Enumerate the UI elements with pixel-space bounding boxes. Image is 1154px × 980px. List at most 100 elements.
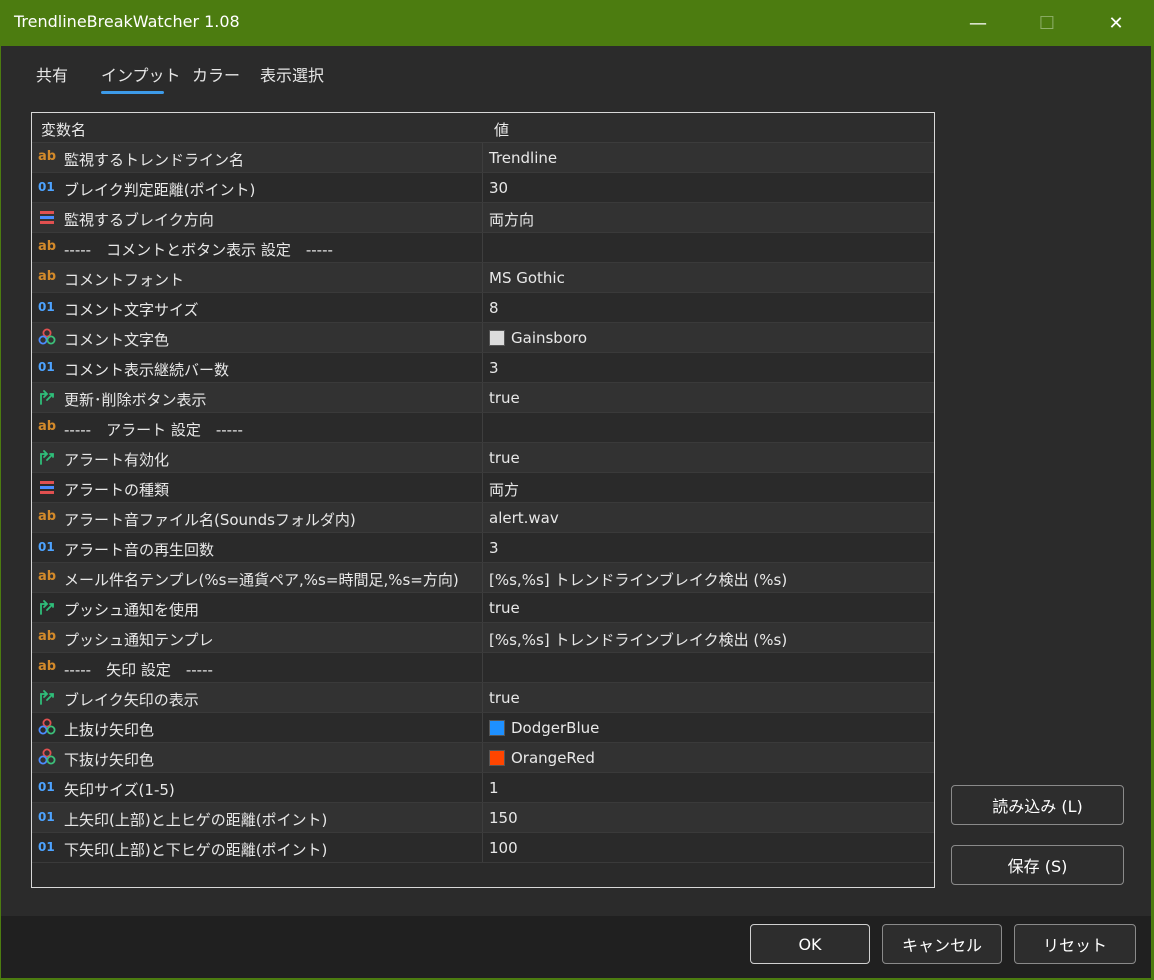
table-row[interactable]: プッシュ通知を使用 true	[32, 593, 934, 623]
table-row[interactable]: 01 矢印サイズ(1-5) 1	[32, 773, 934, 803]
table-row[interactable]: 更新･削除ボタン表示 true	[32, 383, 934, 413]
variable-value[interactable]: true	[489, 599, 520, 617]
table-row[interactable]: ab メール件名テンプレ(%s=通貨ペア,%s=時間足,%s=方向) [%s,%s]…	[32, 563, 934, 593]
variable-value[interactable]: [%s,%s] トレンドラインブレイク検出 (%s)	[489, 629, 787, 650]
variable-name: プッシュ通知テンプレ	[64, 631, 214, 649]
variable-value[interactable]: Gainsboro	[489, 329, 587, 347]
string-icon: ab	[38, 569, 57, 584]
column-divider	[482, 473, 483, 502]
minimize-icon: —	[969, 12, 987, 34]
table-row[interactable]: ab ----- コメントとボタン表示 設定 -----	[32, 233, 934, 263]
table-row[interactable]: ab プッシュ通知テンプレ [%s,%s] トレンドラインブレイク検出 (%s)	[32, 623, 934, 653]
variable-value[interactable]: MS Gothic	[489, 269, 565, 287]
variable-value[interactable]: true	[489, 389, 520, 407]
variable-value[interactable]: Trendline	[489, 149, 557, 167]
cancel-button[interactable]: キャンセル	[882, 924, 1002, 964]
table-row[interactable]: 監視するブレイク方向 両方向	[32, 203, 934, 233]
ok-button[interactable]: OK	[750, 924, 870, 964]
variable-name: コメント表示継続バー数	[64, 361, 230, 379]
variable-name: ブレイク矢印の表示	[64, 691, 199, 709]
variable-value[interactable]: true	[489, 449, 520, 467]
string-icon: ab	[38, 629, 57, 644]
variable-value[interactable]: OrangeRed	[489, 749, 595, 767]
variable-value[interactable]: 100	[489, 839, 518, 857]
table-row[interactable]: 01 上矢印(上部)と上ヒゲの距離(ポイント) 150	[32, 803, 934, 833]
column-header-variable[interactable]: 変数名	[41, 119, 86, 140]
table-row[interactable]: アラート有効化 true	[32, 443, 934, 473]
variable-value[interactable]: alert.wav	[489, 509, 559, 527]
column-divider	[482, 173, 483, 202]
variable-value[interactable]: 1	[489, 779, 499, 797]
maximize-icon: ☐	[1038, 12, 1056, 34]
tab-inputs[interactable]: インプット	[101, 62, 181, 86]
table-row[interactable]: 01 下矢印(上部)と下ヒゲの距離(ポイント) 100	[32, 833, 934, 863]
column-divider	[482, 593, 483, 622]
string-icon: ab	[38, 269, 57, 284]
table-row[interactable]: ab ----- 矢印 設定 -----	[32, 653, 934, 683]
table-row[interactable]: 01 コメント文字サイズ 8	[32, 293, 934, 323]
variable-name: アラート音の再生回数	[64, 541, 215, 559]
variable-value[interactable]: 3	[489, 539, 499, 557]
variable-value-text: 3	[489, 359, 499, 377]
column-divider	[482, 263, 483, 292]
table-row[interactable]: 01 コメント表示継続バー数 3	[32, 353, 934, 383]
variable-value[interactable]: 3	[489, 359, 499, 377]
table-row[interactable]: 下抜け矢印色 OrangeRed	[32, 743, 934, 773]
close-button[interactable]: ✕	[1093, 0, 1139, 46]
table-row[interactable]: ab コメントフォント MS Gothic	[32, 263, 934, 293]
table-row[interactable]: ブレイク矢印の表示 true	[32, 683, 934, 713]
reset-button[interactable]: リセット	[1014, 924, 1136, 964]
minimize-button[interactable]: —	[955, 0, 1001, 46]
column-divider	[482, 383, 483, 412]
variable-name: 下抜け矢印色	[64, 751, 155, 769]
column-divider	[482, 533, 483, 562]
variable-value-text: Gainsboro	[511, 329, 588, 347]
load-button[interactable]: 読み込み (L)	[951, 785, 1124, 825]
save-button[interactable]: 保存 (S)	[951, 845, 1124, 885]
tab-shared[interactable]: 共有	[36, 62, 68, 86]
table-row[interactable]: コメント文字色 Gainsboro	[32, 323, 934, 353]
variable-value[interactable]: true	[489, 689, 520, 707]
variable-value[interactable]: [%s,%s] トレンドラインブレイク検出 (%s)	[489, 569, 787, 590]
variable-value[interactable]: 30	[489, 179, 508, 197]
table-row[interactable]: アラートの種類 両方	[32, 473, 934, 503]
variable-value-text: true	[489, 599, 520, 617]
color-swatch	[489, 720, 505, 736]
variable-name: ブレイク判定距離(ポイント)	[64, 181, 256, 199]
variable-value-text: DodgerBlue	[511, 719, 600, 737]
table-row[interactable]: ab 監視するトレンドライン名 Trendline	[32, 143, 934, 173]
title-bar[interactable]: TrendlineBreakWatcher 1.08 — ☐ ✕	[0, 0, 1154, 46]
table-row[interactable]: 01 アラート音の再生回数 3	[32, 533, 934, 563]
variable-value[interactable]: 150	[489, 809, 518, 827]
variable-value-text: OrangeRed	[511, 749, 595, 767]
table-row[interactable]: ab アラート音ファイル名(Soundsフォルダ内) alert.wav	[32, 503, 934, 533]
variable-value[interactable]: 両方向	[489, 209, 534, 230]
variable-value[interactable]: 8	[489, 299, 499, 317]
variable-name: アラート音ファイル名(Soundsフォルダ内)	[64, 511, 356, 529]
column-divider	[482, 203, 483, 232]
variable-value-text: 30	[489, 179, 509, 197]
column-divider	[482, 563, 483, 592]
tab-visualization[interactable]: 表示選択	[260, 62, 324, 86]
variable-value-text: true	[489, 389, 520, 407]
dialog-client-area: 共有 インプット カラー 表示選択 変数名 値 ab 監視するトレンドライン名 Tr…	[1, 46, 1151, 978]
variable-value[interactable]: 両方	[489, 479, 519, 500]
table-row[interactable]: 上抜け矢印色 DodgerBlue	[32, 713, 934, 743]
column-divider	[482, 653, 483, 682]
color-icon	[38, 718, 58, 738]
variable-name: ----- コメントとボタン表示 設定 -----	[64, 241, 333, 259]
variable-value[interactable]: DodgerBlue	[489, 719, 599, 737]
tab-bar: 共有 インプット カラー 表示選択	[1, 46, 1151, 96]
table-row[interactable]: ab ----- アラート 設定 -----	[32, 413, 934, 443]
variable-name: 上抜け矢印色	[64, 721, 155, 739]
maximize-button: ☐	[1024, 0, 1070, 46]
integer-icon: 01	[38, 180, 55, 194]
variable-value-text: 両方向	[489, 211, 535, 229]
table-row[interactable]: 01 ブレイク判定距離(ポイント) 30	[32, 173, 934, 203]
column-divider	[482, 503, 483, 532]
tab-colors[interactable]: カラー	[192, 62, 240, 86]
column-header-value[interactable]: 値	[494, 119, 509, 140]
column-divider	[482, 743, 483, 772]
inputs-grid[interactable]: 変数名 値 ab 監視するトレンドライン名 Trendline 01 ブレイク判定距離(…	[31, 112, 935, 888]
variable-name: 下矢印(上部)と下ヒゲの距離(ポイント)	[64, 841, 328, 859]
